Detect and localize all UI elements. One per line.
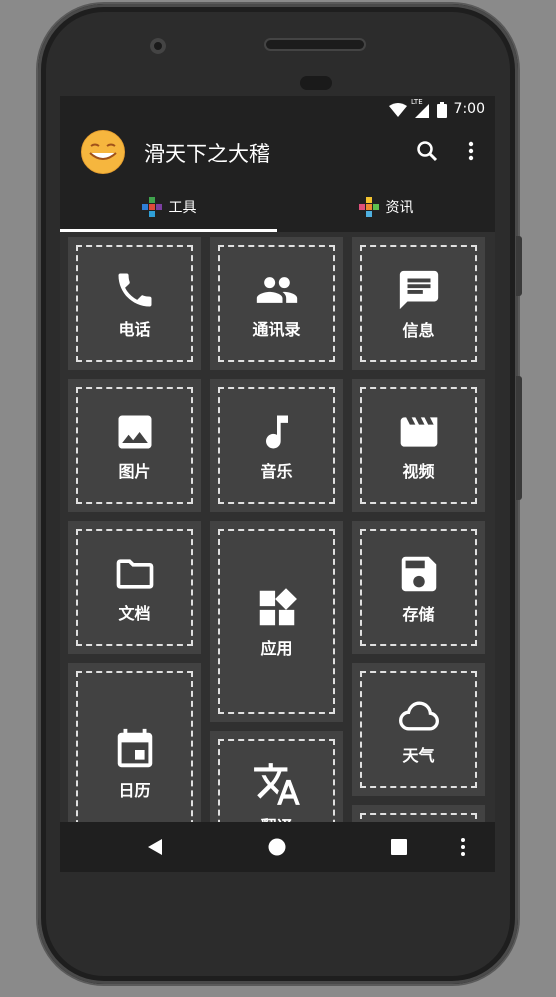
signal-icon: LTE [411, 98, 431, 118]
power-button [516, 376, 522, 500]
tile-label: 日历 [118, 780, 151, 800]
puzzle-icon [358, 197, 379, 217]
tab-news[interactable]: 资讯 [277, 182, 494, 232]
contacts-icon [256, 276, 297, 303]
tile-storage[interactable]: 存储 [352, 521, 485, 654]
tile-label: 翻译 [260, 813, 292, 823]
screen: LTE 7:00 滑天下之大稽 工具 资讯 电话 通讯录 信息 图片 音乐 视频… [60, 96, 495, 872]
tile-phone[interactable]: 电话 [68, 237, 201, 370]
folder-icon [116, 558, 153, 589]
volume-button [516, 236, 522, 296]
earpiece-speaker [266, 40, 364, 49]
app-title: 滑天下之大稽 [144, 142, 270, 166]
tile-label: 电话 [118, 319, 151, 339]
message-icon [399, 270, 438, 309]
tab-news-label: 资讯 [385, 200, 414, 216]
apps-widget-icon [259, 587, 297, 625]
tile-apps[interactable]: 应用 [210, 521, 343, 722]
phone-icon [118, 273, 151, 306]
status-time: 7:00 [453, 101, 485, 117]
nav-overflow-button[interactable] [450, 834, 476, 860]
more-vert-icon [468, 141, 474, 161]
calendar-icon [117, 728, 152, 767]
tile-label: 图片 [118, 461, 151, 481]
back-button[interactable] [142, 834, 168, 860]
video-clapper-icon [400, 416, 437, 447]
tile-label: 视频 [402, 461, 435, 481]
image-icon [118, 415, 151, 448]
tile-pictures[interactable]: 图片 [68, 379, 201, 512]
tile-label: 音乐 [260, 461, 293, 481]
network-type-label: LTE [411, 98, 423, 106]
more-vert-icon [461, 838, 465, 856]
tile-contacts[interactable]: 通讯录 [210, 237, 343, 370]
tile-calendar[interactable]: 日历 [68, 663, 201, 822]
tab-bar: 工具 资讯 [60, 182, 495, 232]
status-icons: LTE [389, 98, 447, 118]
smiley-face-icon [82, 131, 124, 173]
navigation-bar [60, 822, 495, 872]
home-circle-icon [268, 838, 286, 856]
tile-partial[interactable] [352, 805, 485, 822]
tools-grid: 电话 通讯录 信息 图片 音乐 视频 文档 应用 存储 日历 天气 [60, 232, 495, 822]
home-button[interactable] [264, 834, 290, 860]
cloud-icon [398, 701, 439, 730]
tab-tools-label: 工具 [168, 200, 197, 216]
back-triangle-icon [148, 839, 162, 855]
avatar[interactable] [81, 130, 125, 174]
puzzle-icon [141, 197, 162, 217]
tile-label: 文档 [118, 603, 151, 623]
tile-video[interactable]: 视频 [352, 379, 485, 512]
tile-translate[interactable]: 翻译 [210, 731, 343, 822]
music-note-icon [265, 415, 288, 448]
proximity-sensor [300, 76, 332, 90]
tile-label: 通讯录 [252, 319, 301, 339]
search-icon [417, 141, 438, 162]
battery-icon [437, 102, 447, 118]
overflow-menu-button[interactable] [458, 138, 484, 164]
tile-label: 存储 [402, 604, 435, 624]
search-button[interactable] [414, 138, 440, 164]
front-camera [150, 38, 166, 54]
status-bar: LTE 7:00 [60, 96, 495, 124]
tile-label: 应用 [260, 638, 293, 658]
tile-label: 信息 [402, 320, 435, 340]
recents-square-icon [391, 839, 407, 855]
wifi-icon [389, 103, 407, 117]
tab-tools[interactable]: 工具 [60, 182, 277, 232]
tile-messages[interactable]: 信息 [352, 237, 485, 370]
app-bar: 滑天下之大稽 [60, 124, 495, 182]
tile-music[interactable]: 音乐 [210, 379, 343, 512]
tile-documents[interactable]: 文档 [68, 521, 201, 654]
recents-button[interactable] [386, 834, 412, 860]
translate-icon [253, 762, 300, 805]
tile-label: 天气 [402, 745, 435, 765]
tile-weather[interactable]: 天气 [352, 663, 485, 796]
save-icon [401, 556, 436, 591]
